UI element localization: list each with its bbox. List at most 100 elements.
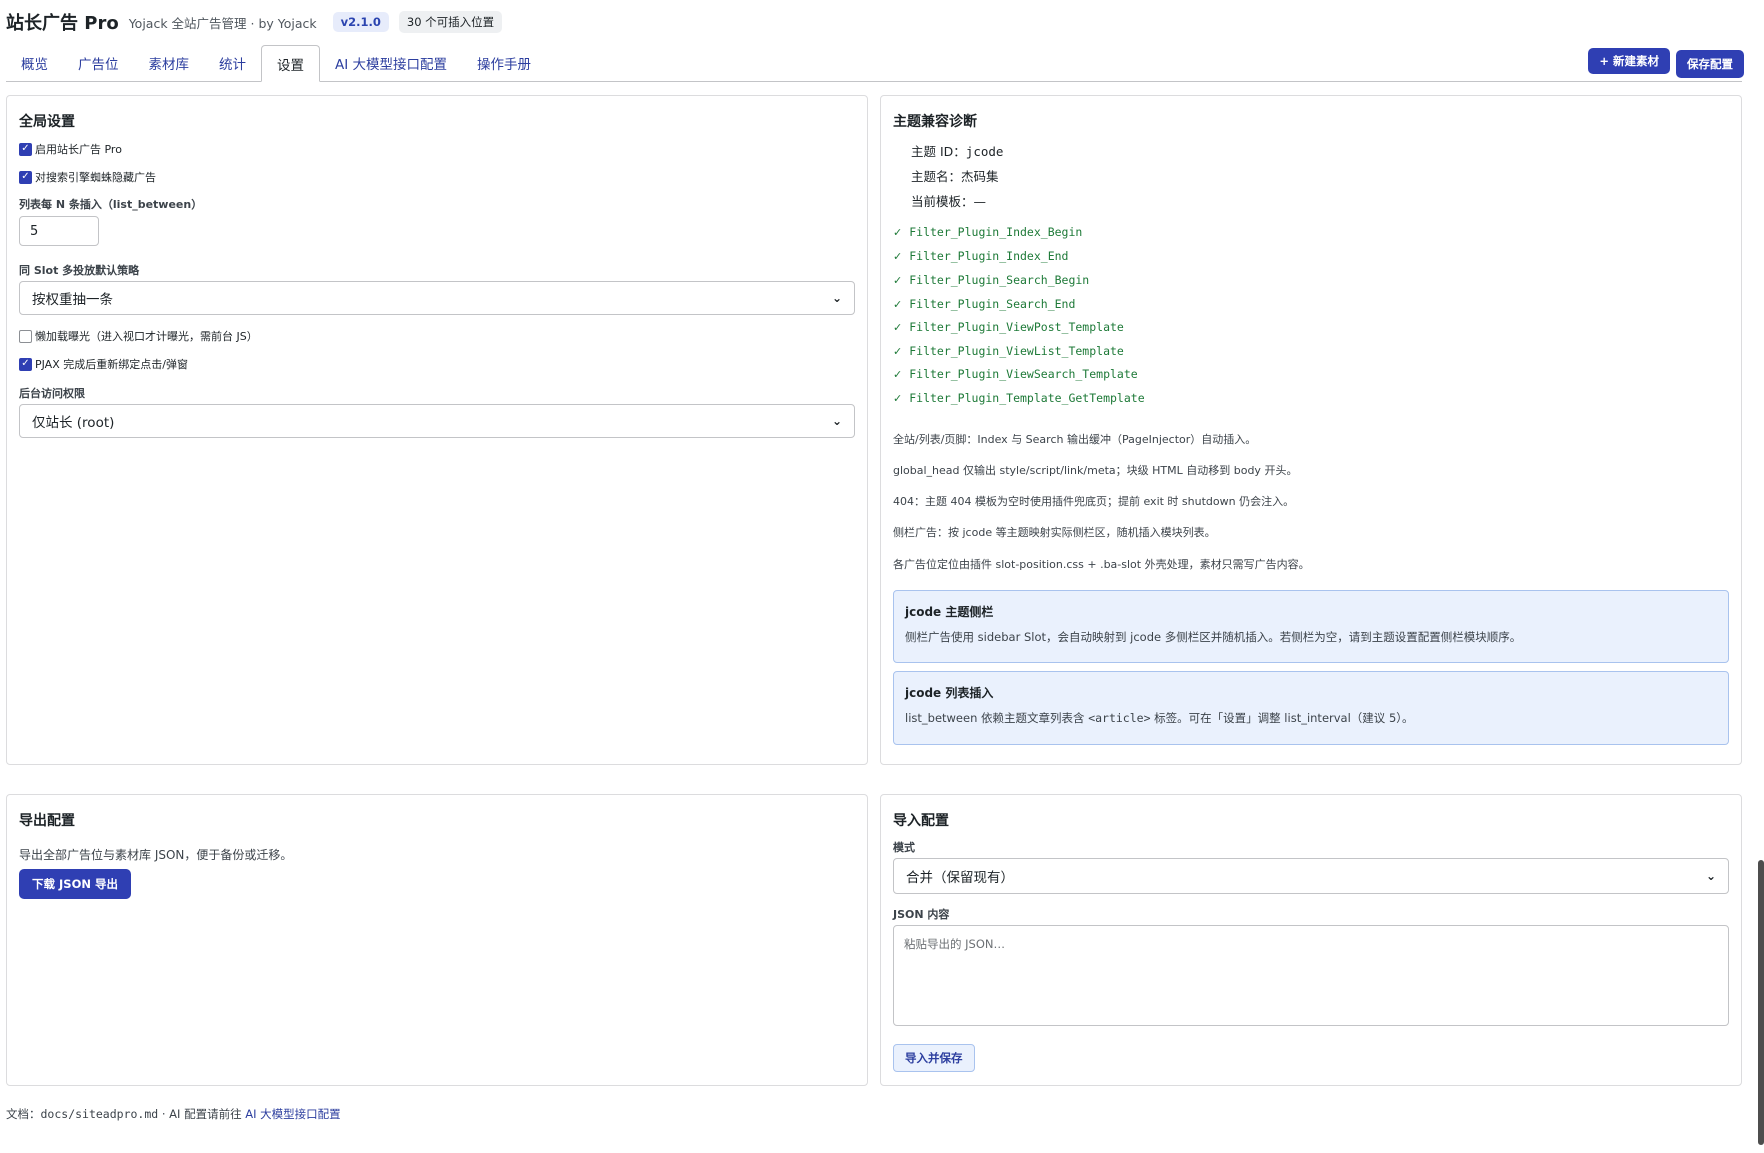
list-insert-text-before: list_between 依赖主题文章列表含 xyxy=(905,711,1089,725)
footer-ai-config-link[interactable]: AI 大模型接口配置 xyxy=(245,1107,340,1121)
export-config-title: 导出配置 xyxy=(19,813,75,829)
pjax-rebind-checkbox[interactable]: ✓ xyxy=(19,357,32,371)
hook-name: Filter_Plugin_Index_End xyxy=(909,249,1069,263)
version-badge: v2.1.0 xyxy=(332,12,389,32)
multi-slot-strategy-value: 按权重抽一条 xyxy=(32,292,113,308)
enable-plugin-checkbox[interactable]: ✓ xyxy=(19,142,32,156)
hide-spiders-checkbox[interactable]: ✓ xyxy=(19,170,32,184)
article-tag-code: <article> xyxy=(1088,711,1151,725)
hide-spiders-label: 对搜索引擎蜘蛛隐藏广告 xyxy=(35,171,156,184)
check-icon: ✓ xyxy=(893,297,903,311)
theme-id-label: 主题 ID： xyxy=(911,144,966,159)
save-config-button[interactable]: 保存配置 xyxy=(1676,50,1744,78)
hook-name: Filter_Plugin_ViewList_Template xyxy=(909,344,1124,358)
lazy-exposure-label: 懒加载曝光（进入视口才计曝光，需前台 JS） xyxy=(35,330,258,343)
header-actions: + 新建素材 保存配置 xyxy=(1588,48,1744,78)
tab-ad-slots[interactable]: 广告位 xyxy=(63,45,134,81)
tab-settings[interactable]: 设置 xyxy=(261,45,320,82)
check-icon: ✓ xyxy=(893,273,903,287)
import-mode-label: 模式 xyxy=(893,841,915,854)
check-icon: ✓ xyxy=(893,391,903,405)
hook-name: Filter_Plugin_Index_Begin xyxy=(909,225,1083,239)
import-config-card: 导入配置 模式 合并（保留现有） ⌄ JSON 内容 粘贴导出的 JSON… 导… xyxy=(880,794,1742,1086)
download-json-button[interactable]: 下载 JSON 导出 xyxy=(19,869,131,899)
check-icon: ✓ xyxy=(893,225,903,239)
access-permission-label: 后台访问权限 xyxy=(19,387,85,400)
multi-slot-strategy-select[interactable]: 按权重抽一条 ⌄ xyxy=(19,281,855,315)
hide-spiders-option[interactable]: ✓ 对搜索引擎蜘蛛隐藏广告 xyxy=(19,169,156,185)
new-material-button[interactable]: + 新建素材 xyxy=(1588,48,1670,74)
tab-material-library[interactable]: 素材库 xyxy=(134,45,205,81)
hook-item: ✓ Filter_Plugin_ViewPost_Template xyxy=(893,320,1124,334)
enable-plugin-label: 启用站长广告 Pro xyxy=(35,143,122,156)
sidebar-notice: jcode 主题侧栏 侧栏广告使用 sidebar Slot，会自动映射到 jc… xyxy=(893,590,1729,663)
hook-item: ✓ Filter_Plugin_Search_Begin xyxy=(893,273,1089,287)
tab-bar: 概览 广告位 素材库 统计 设置 AI 大模型接口配置 操作手册 xyxy=(6,45,1742,82)
footer: 文档：docs/siteadpro.md · AI 配置请前往 AI 大模型接口… xyxy=(6,1106,341,1122)
enable-plugin-option[interactable]: ✓ 启用站长广告 Pro xyxy=(19,141,122,157)
access-permission-value: 仅站长 (root) xyxy=(32,415,115,431)
import-save-button[interactable]: 导入并保存 xyxy=(893,1044,975,1072)
theme-name-line: 主题名：杰码集 xyxy=(911,166,999,185)
pjax-rebind-option[interactable]: ✓ PJAX 完成后重新绑定点击/弹窗 xyxy=(19,356,188,372)
sidebar-notice-title: jcode 主题侧栏 xyxy=(905,605,994,619)
check-icon: ✓ xyxy=(893,249,903,263)
diagnosis-note: 404：主题 404 模板为空时使用插件兜底页；提前 exit 时 shutdo… xyxy=(893,495,1295,508)
theme-name-value: 杰码集 xyxy=(961,169,999,184)
list-insert-text-after: 标签。可在「设置」调整 list_interval（建议 5）。 xyxy=(1150,711,1414,725)
hook-name: Filter_Plugin_ViewPost_Template xyxy=(909,320,1124,334)
pjax-rebind-label: PJAX 完成后重新绑定点击/弹窗 xyxy=(35,358,188,371)
list-insert-notice: jcode 列表插入 list_between 依赖主题文章列表含 <artic… xyxy=(893,671,1729,745)
lazy-exposure-checkbox[interactable] xyxy=(19,329,32,343)
tab-ai-model-config[interactable]: AI 大模型接口配置 xyxy=(320,45,462,81)
diagnosis-note: global_head 仅输出 style/script/link/meta；块… xyxy=(893,464,1298,477)
tab-overview[interactable]: 概览 xyxy=(6,45,63,81)
tab-statistics[interactable]: 统计 xyxy=(204,45,261,81)
app-header: 站长广告 Pro Yojack 全站广告管理 · by Yojack v2.1.… xyxy=(6,8,503,36)
hook-item: ✓ Filter_Plugin_ViewList_Template xyxy=(893,344,1124,358)
export-config-description: 导出全部广告位与素材库 JSON，便于备份或迁移。 xyxy=(19,848,293,862)
check-icon: ✓ xyxy=(893,367,903,381)
hook-item: ✓ Filter_Plugin_Index_Begin xyxy=(893,225,1082,239)
theme-diagnosis-card: 主题兼容诊断 主题 ID：jcode 主题名：杰码集 当前模板：— ✓ Filte… xyxy=(880,95,1742,765)
lazy-exposure-option[interactable]: 懒加载曝光（进入视口才计曝光，需前台 JS） xyxy=(19,328,258,344)
hook-name: Filter_Plugin_Template_GetTemplate xyxy=(909,391,1145,405)
import-config-title: 导入配置 xyxy=(893,813,949,829)
footer-middle-text: · AI 配置请前往 xyxy=(158,1107,246,1121)
theme-id-value: jcode xyxy=(965,144,1004,159)
global-settings-title: 全局设置 xyxy=(19,114,75,130)
access-permission-select[interactable]: 仅站长 (root) ⌄ xyxy=(19,404,855,438)
hook-item: ✓ Filter_Plugin_ViewSearch_Template xyxy=(893,367,1138,381)
theme-diagnosis-title: 主题兼容诊断 xyxy=(893,114,977,130)
app-subtitle: Yojack 全站广告管理 · by Yojack xyxy=(128,15,317,31)
footer-doc-path: docs/siteadpro.md xyxy=(40,1107,159,1121)
hook-name: Filter_Plugin_Search_Begin xyxy=(909,273,1090,287)
slot-count-badge: 30 个可插入位置 xyxy=(398,11,503,33)
current-template-line: 当前模板：— xyxy=(911,191,986,210)
current-template-value: — xyxy=(973,194,987,209)
check-icon: ✓ xyxy=(893,344,903,358)
hook-item: ✓ Filter_Plugin_Index_End xyxy=(893,249,1068,263)
hook-item: ✓ Filter_Plugin_Template_GetTemplate xyxy=(893,391,1145,405)
multi-slot-strategy-label: 同 Slot 多投放默认策略 xyxy=(19,264,140,277)
diagnosis-note: 各广告位定位由插件 slot-position.css + .ba-slot 外… xyxy=(893,558,1310,571)
json-content-label: JSON 内容 xyxy=(893,908,950,921)
chevron-down-icon: ⌄ xyxy=(831,414,842,428)
tab-manual[interactable]: 操作手册 xyxy=(462,45,546,81)
export-config-card: 导出配置 导出全部广告位与素材库 JSON，便于备份或迁移。 下载 JSON 导… xyxy=(6,794,868,1086)
sidebar-notice-text: 侧栏广告使用 sidebar Slot，会自动映射到 jcode 多侧栏区并随机… xyxy=(905,630,1522,644)
diagnosis-note: 侧栏广告：按 jcode 等主题映射实际侧栏区，随机插入模块列表。 xyxy=(893,526,1216,539)
list-between-input[interactable]: 5 xyxy=(19,216,99,246)
chevron-down-icon: ⌄ xyxy=(831,291,842,305)
import-mode-select[interactable]: 合并（保留现有） ⌄ xyxy=(893,858,1729,894)
hook-name: Filter_Plugin_ViewSearch_Template xyxy=(909,367,1138,381)
list-insert-notice-text: list_between 依赖主题文章列表含 <article> 标签。可在「设… xyxy=(905,710,1414,726)
list-between-label: 列表每 N 条插入（list_between） xyxy=(19,198,203,211)
json-content-textarea[interactable]: 粘贴导出的 JSON… xyxy=(893,925,1729,1026)
page-scrollbar[interactable] xyxy=(1758,860,1764,1145)
current-template-label: 当前模板： xyxy=(911,194,974,209)
theme-name-label: 主题名： xyxy=(911,169,962,184)
global-settings-card: 全局设置 ✓ 启用站长广告 Pro ✓ 对搜索引擎蜘蛛隐藏广告 列表每 N 条插… xyxy=(6,95,868,765)
import-mode-value: 合并（保留现有） xyxy=(906,870,1014,886)
hook-item: ✓ Filter_Plugin_Search_End xyxy=(893,297,1075,311)
